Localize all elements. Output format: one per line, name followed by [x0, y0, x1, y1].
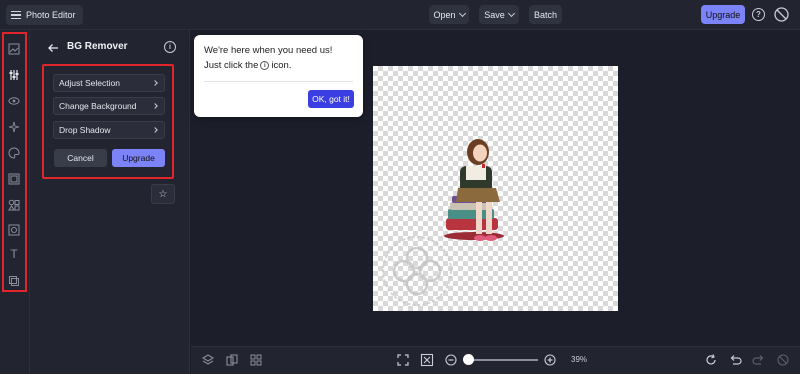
sliders-icon[interactable] [8, 68, 20, 80]
ok-got-it-button[interactable]: OK, got it! [308, 90, 354, 108]
chevron-down-icon [458, 9, 466, 17]
layers-icon[interactable] [8, 274, 20, 286]
hamburger-icon [11, 11, 21, 19]
zoom-in-icon[interactable] [543, 353, 557, 367]
app-title: Photo Editor [26, 10, 76, 20]
popup-hint-suffix: icon. [271, 60, 292, 71]
undo-icon[interactable] [728, 353, 742, 367]
text-icon[interactable]: T [8, 248, 20, 260]
help-icon[interactable]: ? [752, 8, 765, 21]
info-icon: i [260, 61, 270, 70]
chevron-right-icon [152, 103, 158, 109]
zoom-slider-handle[interactable] [463, 354, 474, 365]
zoom-level-label: 39% [571, 355, 588, 364]
fit-screen-icon[interactable] [396, 353, 410, 367]
change-background-button[interactable]: Change Background [53, 97, 165, 115]
chevron-right-icon [152, 127, 158, 133]
open-button[interactable]: Open [429, 5, 469, 24]
palette-icon[interactable] [8, 146, 20, 159]
batch-label: Batch [533, 9, 557, 20]
option-label: Change Background [59, 101, 137, 111]
popup-hint-text: Just click the [204, 60, 259, 71]
user-icon[interactable] [774, 7, 789, 22]
back-arrow-icon[interactable] [47, 41, 59, 53]
option-label: Adjust Selection [59, 78, 120, 88]
zoom-slider-track[interactable] [468, 359, 538, 361]
chevron-right-icon [152, 80, 158, 86]
drop-shadow-button[interactable]: Drop Shadow [53, 121, 165, 139]
app-menu-button[interactable]: Photo Editor [6, 5, 83, 25]
actual-size-icon[interactable] [420, 353, 434, 367]
save-button[interactable]: Save [479, 5, 519, 24]
popup-divider [204, 81, 353, 82]
chevron-down-icon [507, 9, 515, 17]
compare-icon[interactable] [225, 353, 239, 367]
grid-icon[interactable] [249, 353, 263, 367]
favorite-star-icon[interactable]: ☆ [151, 184, 175, 204]
reset-icon[interactable] [704, 353, 718, 367]
batch-button[interactable]: Batch [529, 5, 562, 24]
open-label: Open [433, 9, 456, 20]
zoom-out-icon[interactable] [444, 353, 458, 367]
frame-icon[interactable] [8, 172, 20, 185]
top-bar [0, 0, 800, 30]
upgrade-top-button[interactable]: Upgrade [701, 5, 745, 24]
image-icon[interactable] [8, 42, 20, 55]
panel-title: BG Remover [67, 41, 128, 52]
popup-hint: Just click the i icon. [204, 60, 291, 71]
texture-icon[interactable] [8, 223, 20, 236]
upgrade-button[interactable]: Upgrade [112, 149, 165, 167]
shapes-icon[interactable] [8, 198, 20, 211]
eye-icon[interactable] [8, 94, 20, 106]
info-icon[interactable]: i [164, 41, 176, 53]
sparkles-icon[interactable] [8, 120, 20, 133]
redo-icon[interactable] [752, 353, 766, 367]
history-icon[interactable] [776, 353, 790, 367]
save-label: Save [484, 9, 505, 20]
adjust-selection-button[interactable]: Adjust Selection [53, 74, 165, 92]
popup-message: We're here when you need us! [204, 45, 333, 56]
watermark-logo [382, 236, 452, 306]
cancel-button[interactable]: Cancel [54, 149, 107, 167]
option-label: Drop Shadow [59, 125, 111, 135]
layers-stack-icon[interactable] [201, 353, 215, 367]
